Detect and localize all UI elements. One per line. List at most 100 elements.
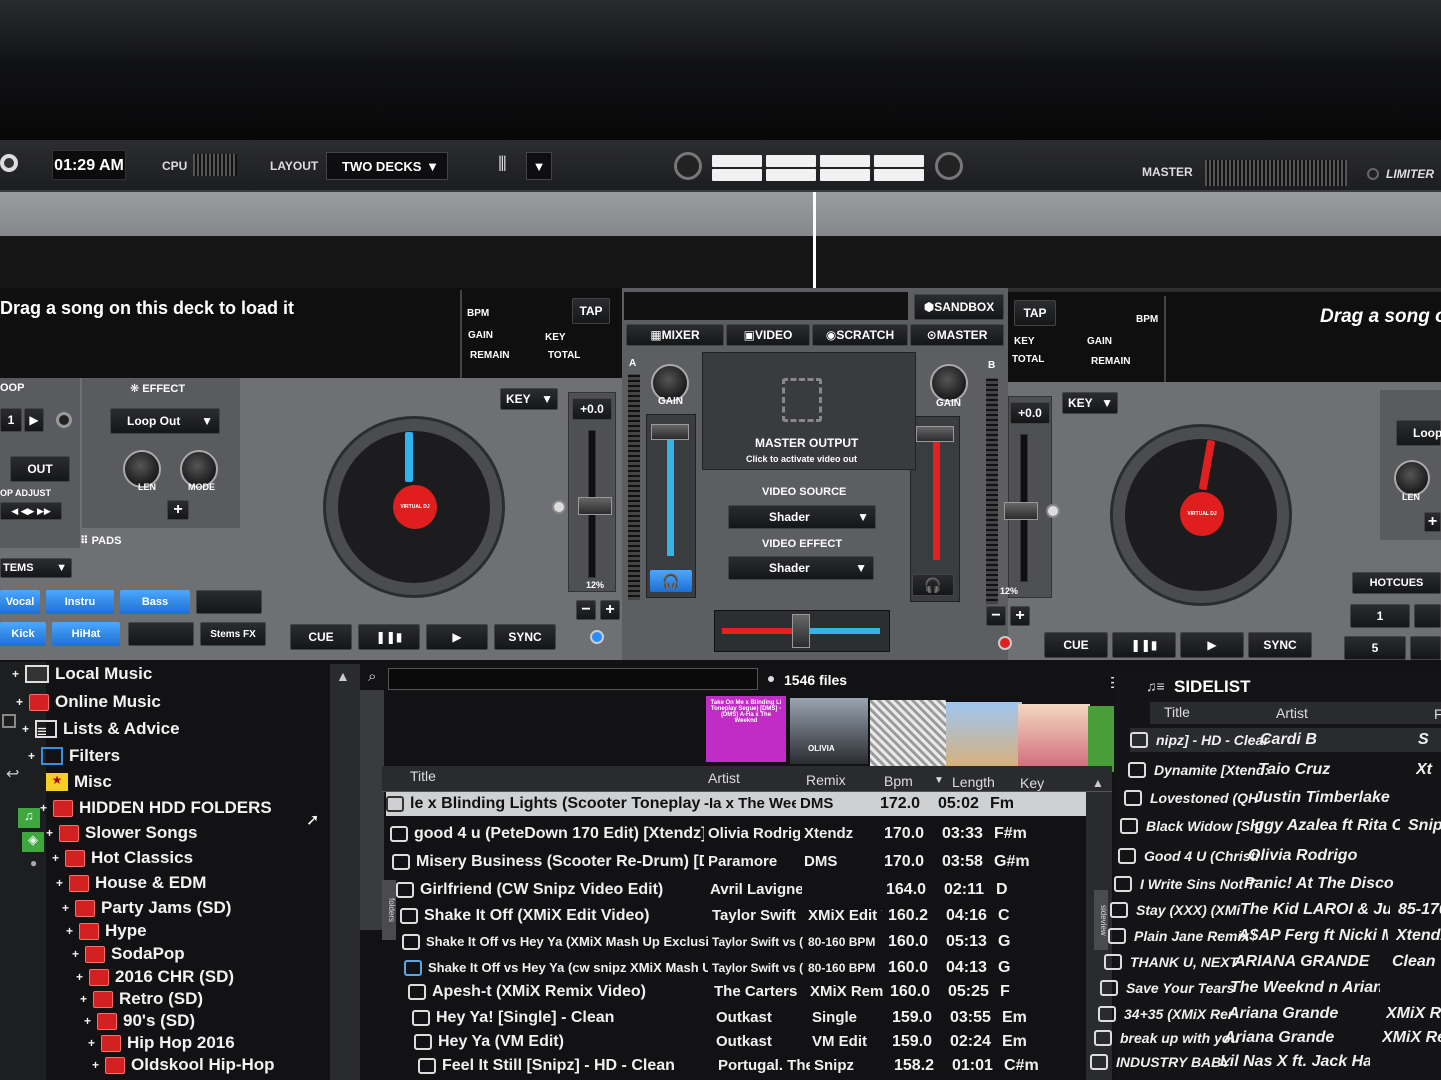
- deck-right-cue-button[interactable]: CUE: [1044, 632, 1108, 658]
- deck-right-pitch-minus[interactable]: −: [986, 606, 1006, 626]
- toolbar-sampler-icon[interactable]: ◈: [22, 832, 44, 852]
- deck-left-pitch-reset-icon[interactable]: [552, 500, 566, 514]
- table-row[interactable]: Shake It Off vs Hey Ya (cw snipz XMiX Ma…: [404, 956, 1094, 980]
- headphones-right-icon[interactable]: 🎧: [912, 574, 954, 596]
- sidelist-row[interactable]: Save Your TearsThe Weeknd n Ariana Gr: [1100, 976, 1441, 1000]
- tree-online-music[interactable]: + Online Music: [16, 692, 161, 712]
- deck-right-sync-led-icon[interactable]: [998, 636, 1012, 650]
- deck-right-effect-add-button[interactable]: +: [1424, 512, 1441, 532]
- table-row[interactable]: Feel It Still [Snipz] - HD - Clean Portug…: [418, 1054, 1100, 1078]
- pad-stems-fx[interactable]: Stems FX: [200, 622, 266, 646]
- col-remix-header[interactable]: Remix: [806, 772, 846, 788]
- tree-misc[interactable]: ★ Misc: [46, 772, 112, 792]
- waveform-icon[interactable]: ⦀: [498, 154, 507, 177]
- table-row[interactable]: Shake It Off (XMiX Edit Video) Taylor Swi…: [400, 904, 1094, 928]
- sidelist-row[interactable]: I Write Sins Not T Panic! At The Disco: [1114, 872, 1441, 896]
- tree-sodapop[interactable]: + SodaPop: [72, 944, 185, 964]
- toolbar-filter-icon[interactable]: [2, 714, 16, 728]
- col-artist-header[interactable]: Artist: [708, 770, 740, 786]
- deck-right-effect-select[interactable]: Loop: [1396, 420, 1441, 446]
- hotcue-6-button[interactable]: [1410, 636, 1441, 660]
- sidelist-col-extra[interactable]: F: [1434, 706, 1441, 722]
- deck-right-pitch-reset-icon[interactable]: [1046, 504, 1060, 518]
- deck-left-sync-button[interactable]: SYNC: [494, 624, 556, 650]
- deck-left-pause-button[interactable]: ❚❚▮: [358, 624, 420, 650]
- toolbar-music-icon[interactable]: ♫: [18, 808, 40, 828]
- tree-lists-advice[interactable]: + ≡ Lists & Advice: [22, 719, 180, 741]
- col-key-header[interactable]: Key: [1020, 775, 1044, 791]
- volume-left-fader[interactable]: [651, 424, 689, 440]
- table-row[interactable]: good 4 u (PeteDown 170 Edit) [Xtendz] - …: [390, 822, 1090, 846]
- next-deck-icon[interactable]: [935, 152, 963, 180]
- sidelist-row[interactable]: Dynamite [Xtend: Taio Cruz Xt: [1128, 758, 1441, 782]
- hotcue-5-button[interactable]: 5: [1344, 636, 1406, 660]
- tree-oldskool-hiphop[interactable]: + Oldskool Hip-Hop: [92, 1055, 275, 1075]
- toolbar-mic-icon[interactable]: ●: [30, 856, 37, 870]
- tree-2016-chr[interactable]: +2016 CHR (SD): [76, 967, 234, 987]
- sidelist-row[interactable]: 34+35 (XMiX RerAriana GrandeXMiX Rer: [1098, 1002, 1441, 1026]
- hotcue-1-button[interactable]: 1: [1350, 604, 1410, 628]
- pad-vocal[interactable]: Vocal: [0, 590, 40, 614]
- cover-art-3[interactable]: [870, 700, 946, 766]
- deck-left-key-button[interactable]: KEY ▼: [500, 388, 558, 410]
- deck-right-tap-button[interactable]: TAP: [1014, 300, 1056, 326]
- table-row[interactable]: Hey Ya (VM Edit) Outkast VM Edit 159.0 02:24…: [414, 1030, 1098, 1054]
- pad-hihat[interactable]: HiHat: [52, 622, 120, 646]
- pad-instru[interactable]: Instru: [46, 590, 114, 614]
- list-scroll-up-icon[interactable]: ▲: [1092, 776, 1104, 790]
- crossfader-handle[interactable]: [792, 614, 810, 648]
- deck-slots[interactable]: [712, 155, 924, 181]
- col-length-header[interactable]: Length: [952, 774, 995, 790]
- pad-empty-2[interactable]: [128, 622, 194, 646]
- sidelist-row[interactable]: Stay (XXX) (XMiThe Kid LAROI & Justin85-…: [1110, 898, 1441, 922]
- tab-video[interactable]: ▣ VIDEO: [726, 324, 810, 346]
- video-source-select[interactable]: Shader ▼: [728, 505, 876, 529]
- deck-left-sync-led-icon[interactable]: [590, 630, 604, 644]
- deck-left-play-button[interactable]: ▶: [426, 624, 488, 650]
- pad-bass[interactable]: Bass: [120, 590, 190, 614]
- tree-party-jams[interactable]: + Party Jams (SD): [62, 898, 231, 918]
- deck-left-tap-button[interactable]: TAP: [572, 298, 610, 324]
- deck-left-pitch-fader[interactable]: [578, 497, 612, 515]
- limiter-led-icon[interactable]: [1367, 168, 1379, 180]
- table-row[interactable]: Shake It Off vs Hey Ya (XMiX Mash Up Exc…: [402, 930, 1094, 954]
- sidelist-row[interactable]: Good 4 U (Christi Olivia Rodrigo: [1118, 844, 1441, 868]
- col-bpm-header[interactable]: Bpm: [884, 773, 913, 789]
- effect-select[interactable]: Loop Out ▼: [110, 408, 220, 434]
- deck-left-cue-button[interactable]: CUE: [290, 624, 352, 650]
- effect-add-button[interactable]: +: [167, 500, 189, 520]
- layout-select[interactable]: TWO DECKS ▼: [326, 152, 448, 180]
- tree-slower-songs[interactable]: + Slower Songs: [46, 823, 197, 843]
- headphones-left-icon[interactable]: 🎧: [650, 570, 692, 592]
- sidelist-row[interactable]: THANK U, NEXT ARIANA GRANDE Clean: [1104, 950, 1441, 974]
- table-row[interactable]: Hey Ya! [Single] - Clean Outkast Single 159…: [412, 1006, 1098, 1030]
- volume-right-fader[interactable]: [916, 426, 954, 442]
- toolbar-back-icon[interactable]: ↩: [6, 764, 19, 784]
- tree-scroll-thumb[interactable]: [360, 690, 384, 930]
- pad-kick[interactable]: Kick: [0, 622, 46, 646]
- sidelist-row[interactable]: Lovestoned (QH Justin Timberlake: [1124, 786, 1441, 810]
- video-effect-select[interactable]: Shader ▼: [728, 556, 874, 580]
- loop-out-button[interactable]: OUT: [10, 456, 70, 482]
- scroll-up-icon[interactable]: ▲: [336, 668, 350, 684]
- tree-hot-classics[interactable]: + Hot Classics: [52, 848, 193, 868]
- tab-mixer[interactable]: ▦ MIXER: [626, 324, 724, 346]
- limiter-label[interactable]: LIMITER: [1386, 167, 1434, 181]
- deck-right-key-button[interactable]: KEY ▼: [1062, 392, 1118, 414]
- tree-filters[interactable]: + Filters: [28, 746, 120, 766]
- tree-90s[interactable]: +90's (SD): [84, 1011, 195, 1031]
- sidelist-row[interactable]: Plain Jane RemixA$AP Ferg ft Nicki Minaj…: [1108, 924, 1441, 948]
- deck-right-pause-button[interactable]: ❚❚▮: [1112, 632, 1176, 658]
- pads-mode-select[interactable]: TEMS ▼: [0, 558, 72, 578]
- sidelist-col-artist[interactable]: Artist: [1276, 705, 1308, 721]
- cover-art-2[interactable]: OLIVIA: [790, 698, 868, 764]
- waveform-menu-button[interactable]: ▼: [526, 152, 552, 180]
- table-row[interactable]: Apesh-t (XMiX Remix Video) The Carters XMi…: [408, 980, 1096, 1004]
- cover-art-5[interactable]: [1018, 704, 1090, 770]
- loop-adjust-buttons[interactable]: ◀ ◀▶ ▶▶: [0, 502, 62, 520]
- tree-retro[interactable]: + Retro (SD): [80, 989, 203, 1009]
- tree-hip-hop-2016[interactable]: + Hip Hop 2016: [88, 1033, 235, 1053]
- sandbox-button[interactable]: ⬢ SANDBOX: [914, 294, 1004, 320]
- table-row[interactable]: le x Blinding Lights (Scooter Toneplay S…: [386, 792, 1086, 816]
- prev-deck-icon[interactable]: [674, 152, 702, 180]
